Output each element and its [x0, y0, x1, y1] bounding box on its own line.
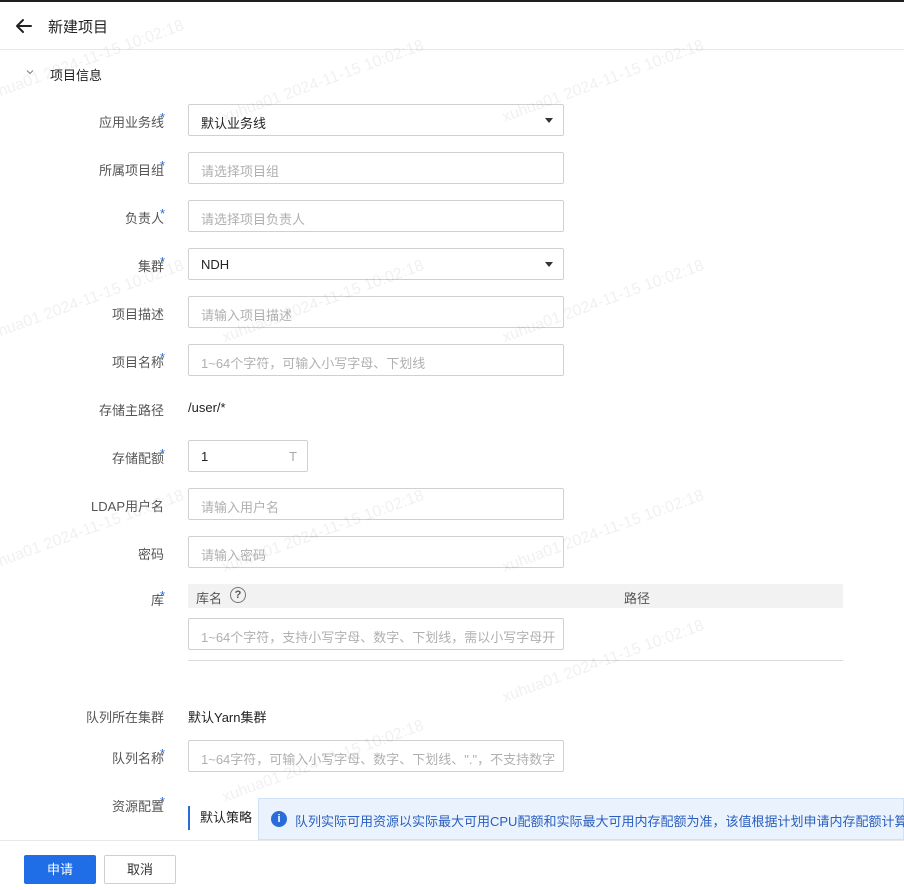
business-line-label: 应用业务线 [98, 115, 164, 130]
ldap-user-placeholder: 请输入用户名 [201, 500, 280, 515]
required-mark: * [160, 158, 166, 173]
password-placeholder: 请输入密码 [201, 548, 267, 563]
page-title: 新建项目 [48, 19, 109, 36]
row-project-group: 所属项目组 * 请选择项目组 [0, 152, 904, 184]
storage-path-value: /user/* [188, 400, 226, 415]
owner-select[interactable]: 请选择项目负责人 [188, 200, 564, 232]
required-mark: * [160, 206, 166, 221]
storage-path-label: 存储主路径 [98, 403, 164, 418]
library-divider [188, 660, 843, 661]
password-label: 密码 [137, 547, 164, 562]
chevron-down-icon [26, 70, 34, 75]
row-password: 密码 请输入密码 [0, 536, 904, 568]
library-col-name: 库名 [196, 591, 223, 606]
caret-down-icon [545, 262, 553, 267]
required-mark: * [160, 350, 166, 365]
library-name-placeholder: 1~64个字符，支持小写字母、数字、下划线，需以小写字母开头 [201, 630, 555, 645]
project-group-label: 所属项目组 [98, 163, 164, 178]
business-line-select[interactable]: 默认业务线 [188, 104, 564, 136]
required-mark: * [160, 110, 166, 125]
row-owner: 负责人 * 请选择项目负责人 [0, 200, 904, 232]
library-col-path: 路径 [624, 591, 651, 606]
required-mark: * [160, 588, 166, 603]
queue-name-input[interactable]: 1~64字符，可输入小写字母、数字、下划线、"."，不支持数字开头 [188, 740, 564, 772]
row-library-input: 1~64个字符，支持小写字母、数字、下划线，需以小写字母开头 [0, 618, 904, 650]
queue-name-label: 队列名称 [111, 751, 164, 766]
row-queue-name: 队列名称 * 1~64字符，可输入小写字母、数字、下划线、"."，不支持数字开头 [0, 740, 904, 772]
description-placeholder: 请输入项目描述 [201, 308, 293, 323]
queue-cluster-value: 默认Yarn集群 [188, 710, 267, 725]
resource-info-alert: i 队列实际可用资源以实际最大可用CPU配额和实际最大可用内存配额为准，该值根据… [258, 798, 904, 840]
cluster-value: NDH [201, 257, 230, 272]
project-group-placeholder: 请选择项目组 [201, 164, 280, 179]
resource-info-text: 队列实际可用资源以实际最大可用CPU配额和实际最大可用内存配额为准，该值根据计划… [295, 814, 904, 829]
cancel-button[interactable]: 取消 [104, 855, 176, 884]
project-name-label: 项目名称 [111, 355, 164, 370]
library-table-header: 库名 ? 路径 [188, 584, 843, 608]
row-ldap-user: LDAP用户名 请输入用户名 [0, 488, 904, 520]
submit-button[interactable]: 申请 [24, 855, 96, 884]
info-icon: i [271, 811, 287, 827]
queue-cluster-label: 队列所在集群 [85, 710, 164, 725]
required-mark: * [160, 746, 166, 761]
description-label: 项目描述 [111, 307, 164, 322]
description-input[interactable]: 请输入项目描述 [188, 296, 564, 328]
resource-strategy-tab[interactable]: 默认策略 [188, 806, 252, 830]
row-description: 项目描述 请输入项目描述 [0, 296, 904, 328]
page-header: 新建项目 [0, 2, 904, 50]
back-arrow-icon[interactable] [12, 14, 36, 38]
project-group-select[interactable]: 请选择项目组 [188, 152, 564, 184]
row-cluster: 集群 * NDH [0, 248, 904, 280]
caret-down-icon [545, 118, 553, 123]
row-storage-path: 存储主路径 /user/* [0, 392, 904, 424]
project-name-placeholder: 1~64个字符，可输入小写字母、下划线 [201, 356, 426, 371]
storage-quota-label: 存储配额 [111, 451, 164, 466]
storage-quota-input[interactable]: 1 T [188, 440, 308, 472]
required-mark: * [160, 446, 166, 461]
storage-quota-value: 1 [201, 449, 209, 464]
business-line-value: 默认业务线 [201, 116, 267, 131]
resource-label: 资源配置 [111, 799, 164, 814]
required-mark: * [160, 254, 166, 269]
library-name-input[interactable]: 1~64个字符，支持小写字母、数字、下划线，需以小写字母开头 [188, 618, 564, 650]
cluster-select[interactable]: NDH [188, 248, 564, 280]
row-queue-cluster: 队列所在集群 默认Yarn集群 [0, 699, 904, 731]
project-name-input[interactable]: 1~64个字符，可输入小写字母、下划线 [188, 344, 564, 376]
ldap-user-label: LDAP用户名 [91, 499, 164, 514]
storage-quota-unit: T [289, 449, 297, 464]
row-business-line: 应用业务线 * 默认业务线 [0, 104, 904, 136]
owner-label: 负责人 [124, 211, 164, 226]
owner-placeholder: 请选择项目负责人 [201, 212, 306, 227]
help-icon[interactable]: ? [230, 587, 246, 603]
section-title: 项目信息 [50, 68, 103, 83]
queue-name-placeholder: 1~64字符，可输入小写字母、数字、下划线、"."，不支持数字开头 [201, 752, 555, 767]
required-mark: * [160, 794, 166, 809]
row-storage-quota: 存储配额 * 1 T [0, 440, 904, 472]
password-input[interactable]: 请输入密码 [188, 536, 564, 568]
row-project-name: 项目名称 * 1~64个字符，可输入小写字母、下划线 [0, 344, 904, 376]
form-footer: 申请 取消 [0, 840, 904, 890]
ldap-user-input[interactable]: 请输入用户名 [188, 488, 564, 520]
